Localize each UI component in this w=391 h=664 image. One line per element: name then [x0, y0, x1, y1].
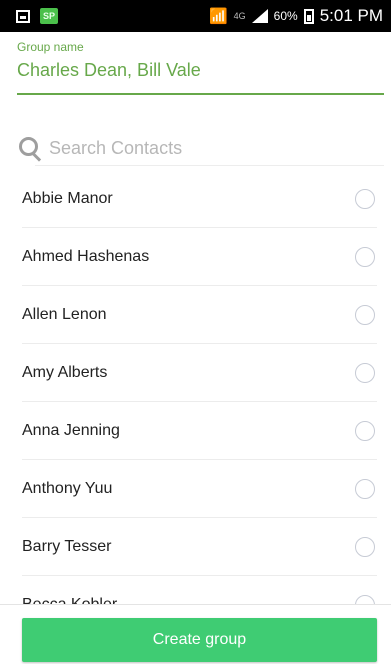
status-left: SP — [0, 8, 58, 24]
contact-item[interactable]: Barry Tesser — [0, 518, 391, 576]
wifi-icon: 📶 — [208, 8, 228, 25]
contact-name: Allen Lenon — [22, 306, 107, 323]
contact-item[interactable]: Ahmed Hashenas — [0, 228, 391, 286]
contact-item[interactable]: Becca Kobler — [0, 576, 391, 605]
network-type-label: 4G — [233, 11, 246, 21]
contact-name: Anna Jenning — [22, 422, 120, 439]
contact-item[interactable]: Abbie Manor — [0, 170, 391, 228]
create-group-button[interactable]: Create group — [22, 618, 377, 662]
contact-name: Barry Tesser — [22, 538, 112, 555]
battery-icon — [303, 8, 314, 24]
bottom-action-area: Create group — [0, 604, 391, 664]
select-radio[interactable] — [355, 305, 375, 325]
status-right: 📶 4G 60% 5:01 PM — [209, 6, 391, 26]
gallery-icon — [16, 9, 30, 23]
select-radio[interactable] — [355, 363, 375, 383]
select-radio[interactable] — [355, 537, 375, 557]
search-icon — [17, 135, 43, 162]
app-notification-icon: SP — [40, 8, 58, 24]
contact-item[interactable]: Amy Alberts — [0, 344, 391, 402]
cell-signal-icon — [251, 9, 268, 23]
group-name-label: Group name — [17, 40, 84, 54]
status-bar: SP 📶 4G 60% 5:01 PM — [0, 0, 391, 32]
contact-name: Anthony Yuu — [22, 480, 113, 497]
battery-percent: 60% — [273, 9, 298, 23]
contact-item[interactable]: Anna Jenning — [0, 402, 391, 460]
search-contacts[interactable]: Search Contacts — [17, 130, 384, 166]
select-radio[interactable] — [355, 189, 375, 209]
contact-item[interactable]: Allen Lenon — [0, 286, 391, 344]
select-radio[interactable] — [355, 421, 375, 441]
contact-name: Ahmed Hashenas — [22, 248, 150, 265]
contact-name: Amy Alberts — [22, 364, 108, 381]
clock: 5:01 PM — [319, 6, 383, 25]
select-radio[interactable] — [355, 247, 375, 267]
contact-item[interactable]: Anthony Yuu — [0, 460, 391, 518]
search-input[interactable]: Search Contacts — [49, 138, 182, 159]
search-underline — [35, 165, 384, 166]
group-name-underline — [17, 93, 384, 95]
contact-name: Abbie Manor — [22, 190, 113, 207]
contact-list[interactable]: Abbie Manor Ahmed Hashenas Allen Lenon A… — [0, 170, 391, 605]
bottom-divider — [0, 604, 391, 605]
group-name-input[interactable]: Charles Dean, Bill Vale — [17, 60, 384, 94]
select-radio[interactable] — [355, 479, 375, 499]
